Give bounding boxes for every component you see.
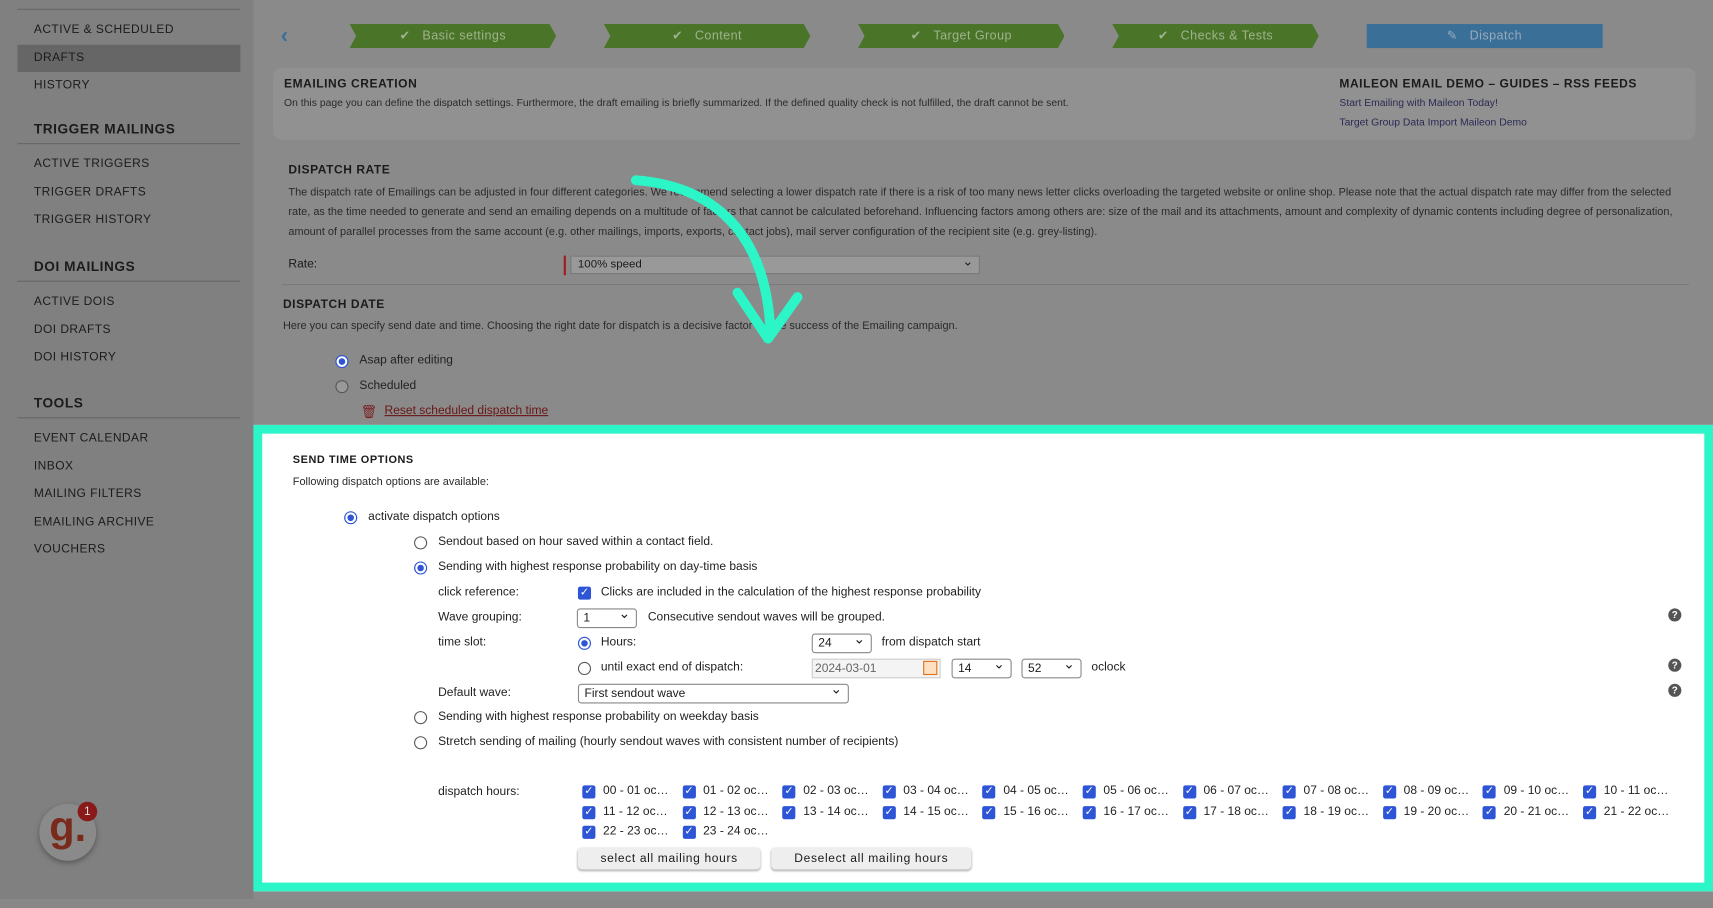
oclock-label: oclock (1091, 660, 1126, 674)
hours-radio[interactable] (577, 636, 592, 650)
dispatch-hour-label: 15 - 16 oc… (1003, 804, 1069, 818)
wave-select[interactable]: 1 (576, 605, 637, 629)
dispatch-hour-checkbox[interactable]: ✓ (1282, 785, 1296, 799)
dispatch-hour-label: 13 - 14 oc… (803, 804, 869, 818)
dispatch-hour-label: 21 - 22 oc… (1603, 804, 1670, 818)
dispatch-hour-checkbox[interactable]: ✓ (582, 785, 596, 799)
select-all-hours-button[interactable]: select all mailing hours (577, 847, 761, 870)
dispatch-hour-checkbox[interactable]: ✓ (982, 805, 996, 819)
dispatch-hour-checkbox[interactable]: ✓ (1182, 805, 1196, 819)
click-ref-checkbox[interactable]: ✓ (577, 586, 592, 600)
dispatch-hour-label: 14 - 15 oc… (903, 804, 969, 818)
dispatch-hour-checkbox[interactable]: ✓ (1182, 785, 1196, 799)
dispatch-hour-checkbox[interactable]: ✓ (582, 805, 596, 819)
dispatch-hour-label: 09 - 10 oc… (1503, 784, 1570, 798)
wave-text: Consecutive sendout waves will be groupe… (647, 610, 886, 624)
dispatch-hour-checkbox[interactable]: ✓ (782, 785, 796, 799)
dispatch-hour-label: 18 - 19 oc… (1303, 804, 1370, 818)
notification-badge: 1 (77, 801, 98, 822)
hours-label: Hours: (600, 635, 637, 649)
dispatch-hour-checkbox[interactable]: ✓ (882, 785, 896, 799)
default-wave-select[interactable]: First sendout wave (577, 681, 849, 704)
daytime-radio[interactable] (414, 561, 428, 575)
slot-label: time slot: (438, 635, 487, 649)
dispatch-hour-label: 08 - 09 oc… (1403, 784, 1470, 798)
dispatch-hour-label: 17 - 18 oc… (1203, 804, 1269, 818)
wave-label: Wave grouping: (438, 610, 522, 624)
dispatch-hour-label: 10 - 11 oc… (1603, 784, 1669, 798)
stretch-radio[interactable] (414, 736, 428, 750)
deselect-all-hours-button[interactable]: Deselect all mailing hours (771, 847, 972, 870)
dispatch-hour-label: 03 - 04 oc… (903, 784, 969, 798)
dispatch-hour-label: 01 - 02 oc… (703, 784, 769, 798)
dispatch-hour-label: 05 - 06 oc… (1103, 784, 1169, 798)
dispatch-hour-label: 20 - 21 oc… (1503, 804, 1570, 818)
dispatch-hour-label: 22 - 23 oc… (603, 824, 669, 838)
dispatch-hour-label: 11 - 12 oc… (603, 804, 668, 818)
send-text: Following dispatch options are available… (292, 476, 489, 489)
dispatch-hour-checkbox[interactable]: ✓ (1382, 785, 1396, 799)
dispatch-hour-label: 23 - 24 oc… (703, 824, 769, 838)
weekday-label: Sending with highest response probabilit… (438, 709, 759, 724)
dispatch-hour-checkbox[interactable]: ✓ (1583, 785, 1597, 799)
dispatch-hour-label: 16 - 17 oc… (1103, 804, 1169, 818)
dispatch-hour-label: 19 - 20 oc… (1403, 804, 1470, 818)
click-ref-text: Clicks are included in the calculation o… (600, 585, 981, 599)
dispatch-hour-label: 07 - 08 oc… (1303, 784, 1370, 798)
dispatch-hour-label: 00 - 01 oc… (603, 784, 669, 798)
app: EMAILINGSACTIVE & SCHEDULEDDRAFTSHISTORY… (0, 0, 1713, 899)
dispatch-hour-checkbox[interactable]: ✓ (1482, 805, 1497, 819)
dispatch-hour-label: 02 - 03 oc… (803, 784, 869, 798)
dispatch-hour-checkbox[interactable]: ✓ (782, 805, 796, 819)
dispatch-hour-label: 12 - 13 oc… (703, 804, 769, 818)
until-date-input[interactable]: 2024-03-01 (811, 658, 941, 679)
daytime-label: Sending with highest response probabilit… (438, 560, 758, 574)
help-icon[interactable]: ? (1668, 658, 1682, 672)
help-icon[interactable]: ? (1668, 683, 1682, 697)
until-minute-select[interactable]: 52 (1021, 655, 1082, 679)
send-time-options-panel: SEND TIME OPTIONS Following dispatch opt… (253, 424, 1713, 892)
dispatch-hour-checkbox[interactable]: ✓ (1082, 785, 1096, 799)
hours-select[interactable]: 24 (811, 630, 872, 654)
calendar-icon[interactable] (923, 660, 938, 676)
dispatch-hours-label: dispatch hours: (438, 785, 520, 799)
weekday-radio[interactable] (414, 711, 428, 725)
stretch-label: Stretch sending of mailing (hourly sendo… (438, 735, 899, 749)
default-wave-label: Default wave: (438, 685, 511, 700)
help-icon[interactable]: ? (1668, 608, 1682, 622)
click-ref-label: click reference: (438, 585, 519, 599)
dispatch-hour-checkbox[interactable]: ✓ (682, 805, 696, 819)
dispatch-hour-checkbox[interactable]: ✓ (682, 785, 696, 799)
hours-text: from dispatch start (881, 635, 981, 649)
dispatch-hour-label: 06 - 07 oc… (1203, 784, 1269, 798)
dispatch-hour-checkbox[interactable]: ✓ (682, 825, 696, 839)
dispatch-hour-checkbox[interactable]: ✓ (582, 825, 596, 839)
activate-radio[interactable] (344, 511, 358, 525)
activate-label: activate dispatch options (368, 510, 500, 524)
until-label: until exact end of dispatch: (600, 660, 744, 674)
contact-field-label: Sendout based on hour saved within a con… (438, 535, 714, 549)
contact-field-radio[interactable] (414, 536, 428, 550)
dispatch-hour-label: 04 - 05 oc… (1003, 784, 1069, 798)
dispatch-hour-checkbox[interactable]: ✓ (1382, 805, 1396, 819)
dispatch-hour-checkbox[interactable]: ✓ (1082, 805, 1096, 819)
send-title: SEND TIME OPTIONS (292, 454, 414, 467)
dispatch-hour-checkbox[interactable]: ✓ (882, 805, 896, 819)
dispatch-hour-checkbox[interactable]: ✓ (1282, 805, 1296, 819)
dispatch-hour-checkbox[interactable]: ✓ (982, 785, 996, 799)
until-hour-select[interactable]: 14 (951, 655, 1012, 679)
dispatch-hour-checkbox[interactable]: ✓ (1482, 785, 1497, 799)
dispatch-hour-checkbox[interactable]: ✓ (1583, 805, 1597, 819)
until-radio[interactable] (577, 661, 592, 676)
